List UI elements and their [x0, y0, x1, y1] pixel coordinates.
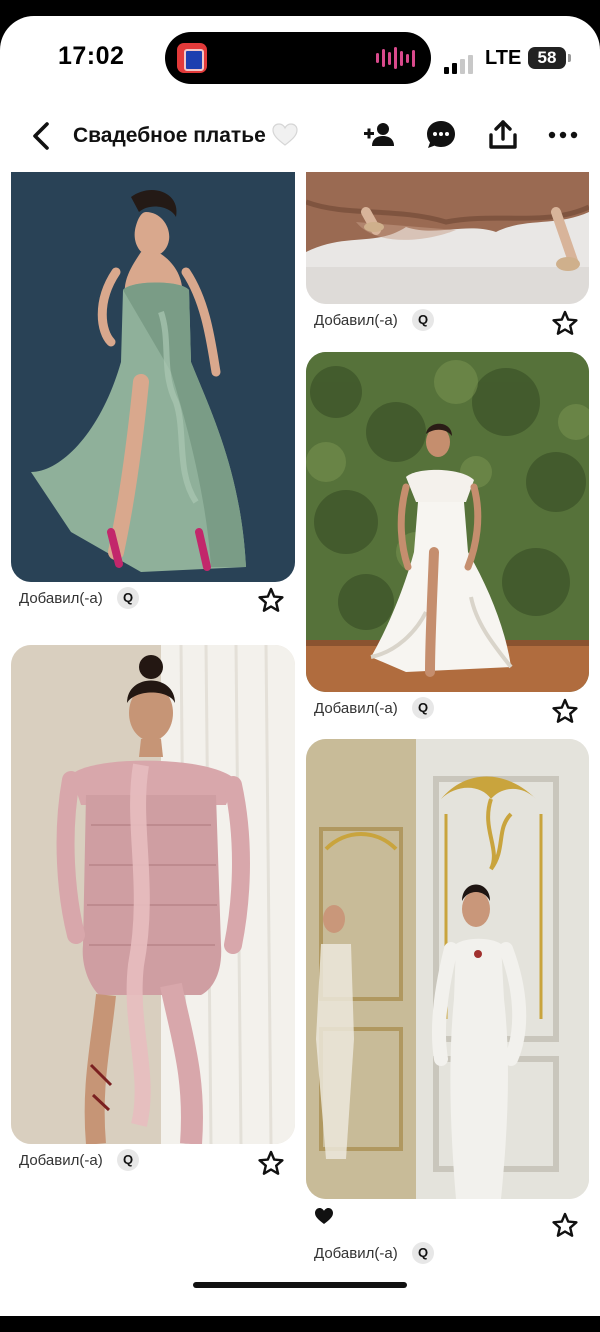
pin-card[interactable]: Добавил(-а) Q [306, 172, 589, 342]
added-by-label: Добавил(-а) [314, 700, 398, 717]
pin-image[interactable] [306, 739, 589, 1199]
star-icon[interactable] [552, 698, 578, 724]
pin-card[interactable]: Добавил(-а) Q [306, 739, 589, 1269]
network-type: LTE [485, 47, 522, 69]
added-by-label: Добавил(-а) [19, 1152, 103, 1169]
user-avatar[interactable]: Q [412, 1242, 434, 1264]
black-heart-icon[interactable] [314, 1207, 334, 1225]
now-playing-app-icon [177, 43, 207, 73]
comment-icon[interactable] [424, 118, 458, 152]
user-avatar[interactable]: Q [412, 309, 434, 331]
audio-wave-icon [376, 47, 415, 69]
star-icon[interactable] [552, 310, 578, 336]
add-collaborator-icon[interactable] [362, 118, 396, 152]
star-icon[interactable] [552, 1212, 578, 1238]
added-by-label: Добавил(-а) [314, 1245, 398, 1262]
pin-card[interactable]: Добавил(-а) Q [11, 645, 295, 1175]
board-title: Свадебное платье [73, 124, 266, 147]
pin-footer: Добавил(-а) Q [19, 1148, 295, 1178]
added-by-label: Добавил(-а) [19, 590, 103, 607]
share-icon[interactable] [486, 118, 520, 152]
dynamic-island[interactable] [165, 32, 431, 84]
pin-footer: Добавил(-а) Q [19, 586, 295, 616]
pin-image[interactable] [306, 172, 589, 304]
pin-image[interactable] [306, 352, 589, 692]
back-icon[interactable] [28, 120, 56, 152]
white-heart-icon [272, 123, 298, 146]
user-avatar[interactable]: Q [117, 1149, 139, 1171]
battery-indicator: 58 [528, 47, 571, 69]
pin-footer: Добавил(-а) Q [314, 696, 589, 726]
user-avatar[interactable]: Q [117, 587, 139, 609]
status-bar: 17:02 LTE 58 [0, 16, 600, 98]
user-avatar[interactable]: Q [412, 697, 434, 719]
pin-image[interactable] [11, 172, 295, 582]
pin-footer: Добавил(-а) Q [314, 308, 589, 338]
phone-screen: 17:02 LTE 58 Свадебное платье Добавил(-а… [0, 16, 600, 1316]
star-icon[interactable] [258, 1150, 284, 1176]
pin-footer: Добавил(-а) Q [314, 1241, 589, 1271]
pin-card[interactable]: Добавил(-а) Q [306, 352, 589, 723]
pin-image[interactable] [11, 645, 295, 1144]
star-icon[interactable] [258, 587, 284, 613]
signal-icon [444, 55, 473, 74]
home-indicator[interactable] [193, 1282, 407, 1288]
board-header: Свадебное платье [0, 100, 600, 172]
more-icon[interactable] [546, 118, 580, 152]
clock: 17:02 [58, 42, 125, 70]
pin-feed[interactable]: Добавил(-а) Q Добавил(-а) Q Добавил(-а) … [0, 172, 600, 1316]
pin-card[interactable]: Добавил(-а) Q [11, 172, 295, 622]
added-by-label: Добавил(-а) [314, 312, 398, 329]
